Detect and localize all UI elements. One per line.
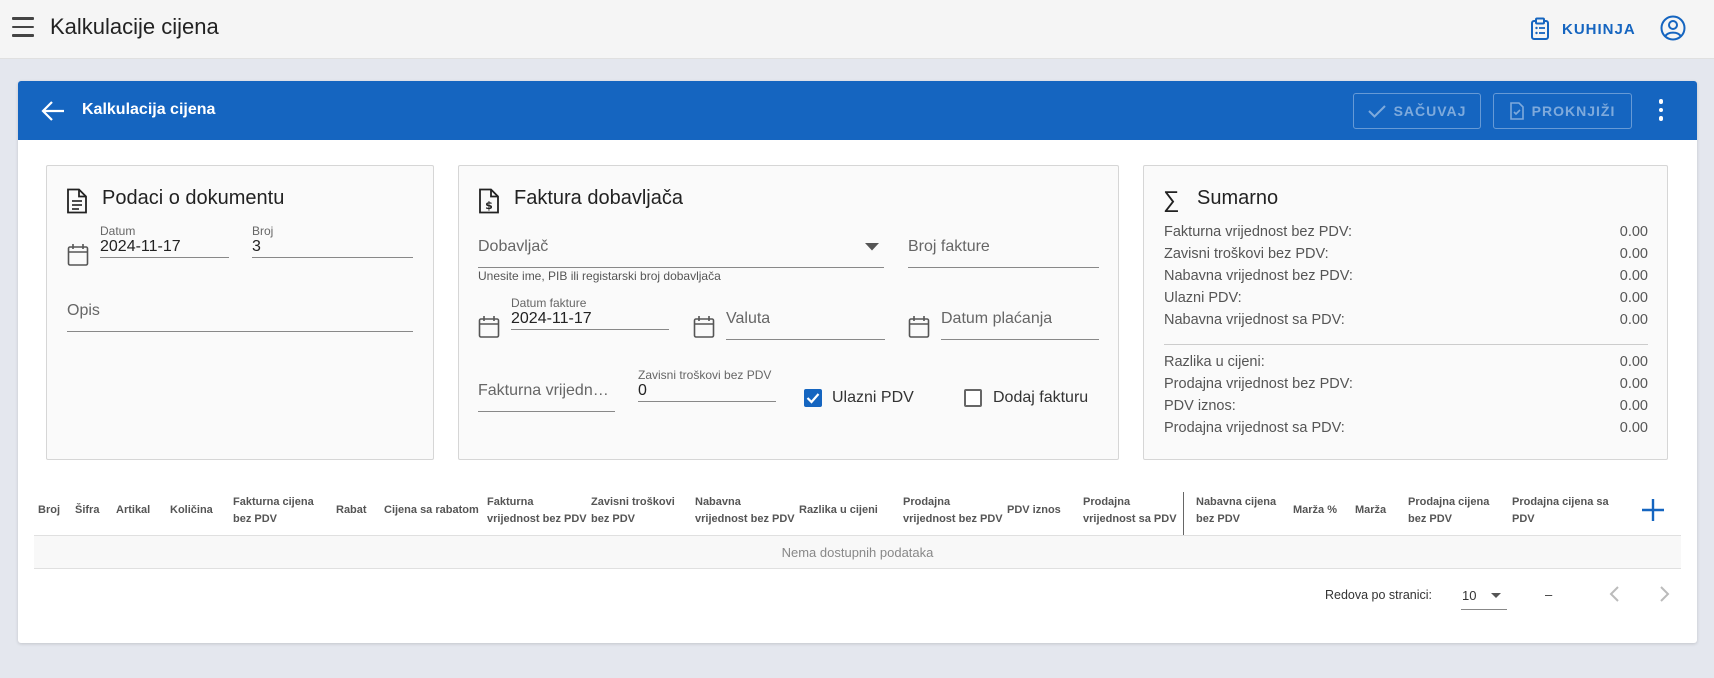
document-number-label: Broj [252, 224, 274, 238]
supplier-hint: Unesite ime, PIB ili registarski broj do… [478, 269, 721, 283]
column-header[interactable]: Nabavna vrijednost bez PDV [695, 494, 795, 528]
column-header[interactable]: Rabat [336, 502, 367, 519]
column-header[interactable]: Šifra [75, 502, 99, 519]
chevron-left-icon[interactable] [1605, 583, 1625, 605]
column-header[interactable]: Zavisni troškovi bez PDV [591, 494, 675, 528]
add-invoice-checkbox[interactable] [964, 389, 982, 407]
document-number-value: 3 [252, 238, 261, 255]
payment-date-placeholder: Datum plaćanja [941, 310, 1053, 327]
supplier-placeholder: Dobavljač [478, 238, 549, 255]
document-date-label: Datum [100, 224, 136, 238]
column-header[interactable]: Marža % [1293, 502, 1337, 519]
check-icon [1367, 105, 1386, 118]
input-vat-label: Ulazni PDV [832, 389, 914, 406]
menu-icon[interactable] [12, 17, 34, 37]
invoice-date-field[interactable]: Datum fakture 2024-11-17 [511, 296, 669, 330]
dependent-costs-label: Zavisni troškovi bez PDV [638, 368, 772, 382]
invoice-number-placeholder: Broj fakture [908, 238, 990, 255]
column-header[interactable]: Fakturna cijena bez PDV [233, 494, 314, 528]
page-range: – [1545, 587, 1553, 602]
column-header[interactable]: Marža [1355, 502, 1386, 519]
document-number-field[interactable]: Broj 3 [252, 224, 413, 258]
column-header[interactable]: Prodajna cijena bez PDV [1408, 494, 1489, 528]
dropdown-arrow-icon [865, 243, 879, 251]
calculation-card: Kalkulacija cijena SAČUVAJ PROKNJIŽI Pod… [18, 81, 1697, 643]
supplier-invoice-panel: $ Faktura dobavljača Dobavljač Unesite i… [458, 165, 1119, 460]
rows-per-page-label: Redova po stranici: [1325, 588, 1433, 602]
input-vat-checkbox[interactable] [804, 389, 822, 407]
summary-panel-title: Sumarno [1197, 187, 1279, 209]
add-invoice-label: Dodaj fakturu [993, 389, 1089, 406]
save-label: SAČUVAJ [1393, 103, 1467, 119]
chevron-right-icon[interactable] [1654, 583, 1674, 605]
currency-placeholder: Valuta [726, 310, 771, 327]
column-header[interactable]: Cijena sa rabatom [384, 502, 479, 519]
column-header[interactable]: Količina [170, 502, 213, 519]
invoice-number-field[interactable]: Broj fakture [908, 238, 1099, 268]
calendar-icon[interactable] [693, 315, 715, 339]
dropdown-arrow-icon [1491, 593, 1501, 598]
column-header[interactable]: PDV iznos [1007, 502, 1061, 519]
summary-divider [1164, 344, 1648, 345]
top-app-bar: Kalkulacije cijena KUHINJA [0, 0, 1714, 59]
description-field[interactable]: Opis [67, 302, 413, 332]
add-icon[interactable] [1641, 498, 1665, 522]
save-button[interactable]: SAČUVAJ [1353, 93, 1481, 129]
description-placeholder: Opis [67, 302, 100, 319]
document-panel: Podaci o dokumentu Datum 2024-11-17 Broj… [46, 165, 434, 460]
calendar-icon[interactable] [67, 243, 89, 267]
supplier-select[interactable]: Dobavljač [478, 238, 884, 268]
card-title: Kalkulacija cijena [82, 101, 216, 118]
rows-per-page-select[interactable]: 10 [1461, 580, 1507, 610]
supplier-invoice-panel-title: Faktura dobavljača [514, 187, 683, 209]
kitchen-button[interactable]: KUHINJA [1530, 14, 1636, 44]
arrow-back-icon[interactable] [40, 98, 66, 124]
account-icon[interactable] [1660, 15, 1686, 41]
app-title: Kalkulacije cijena [50, 14, 219, 39]
summary-panel: ∑ Sumarno Fakturna vrijednost bez PDV: 0.… [1143, 165, 1668, 460]
column-header[interactable]: Nabavna cijena bez PDV [1196, 494, 1276, 528]
dependent-costs-value: 0 [638, 382, 647, 399]
document-icon [67, 188, 87, 214]
calendar-icon[interactable] [478, 315, 500, 339]
kitchen-label: KUHINJA [1562, 20, 1636, 38]
invoice-value-placeholder: Fakturna vrijednost bez PDV [478, 382, 615, 399]
invoice-value-field[interactable]: Fakturna vrijednost bez PDV [478, 382, 615, 412]
invoice-dollar-icon: $ [479, 188, 499, 214]
dependent-costs-field[interactable]: Zavisni troškovi bez PDV 0 [638, 368, 776, 402]
invoice-date-value: 2024-11-17 [511, 310, 592, 327]
empty-table-message: Nema dostupnih podataka [34, 536, 1681, 569]
column-header[interactable]: Prodajna vrijednost sa PDV [1083, 494, 1177, 528]
more-vert-icon[interactable] [1658, 99, 1664, 123]
post-label: PROKNJIŽI [1531, 103, 1616, 119]
document-date-value: 2024-11-17 [100, 238, 181, 255]
column-separator [1183, 492, 1184, 535]
column-header[interactable]: Fakturna vrijednost bez PDV [487, 494, 587, 528]
column-header[interactable]: Artikal [116, 502, 150, 519]
document-date-field[interactable]: Datum 2024-11-17 [100, 224, 229, 258]
svg-text:$: $ [485, 199, 493, 212]
calendar-icon[interactable] [908, 315, 930, 339]
column-header[interactable]: Prodajna cijena sa PDV [1512, 494, 1609, 528]
column-header[interactable]: Prodajna vrijednost bez PDV [903, 494, 1003, 528]
column-header[interactable]: Razlika u cijeni [799, 502, 878, 519]
check-icon [806, 393, 820, 404]
column-header[interactable]: Broj [38, 502, 60, 519]
clipboard-icon [1531, 17, 1549, 40]
payment-date-field[interactable]: Datum plaćanja [941, 310, 1099, 340]
card-header: Kalkulacija cijena SAČUVAJ PROKNJIŽI [18, 81, 1697, 140]
post-button[interactable]: PROKNJIŽI [1493, 93, 1632, 129]
rows-per-page-value: 10 [1462, 588, 1477, 603]
invoice-date-label: Datum fakture [511, 296, 587, 310]
document-check-icon [1509, 102, 1524, 120]
currency-field[interactable]: Valuta [726, 310, 885, 340]
document-panel-title: Podaci o dokumentu [102, 187, 285, 209]
sigma-icon: ∑ [1163, 186, 1180, 212]
